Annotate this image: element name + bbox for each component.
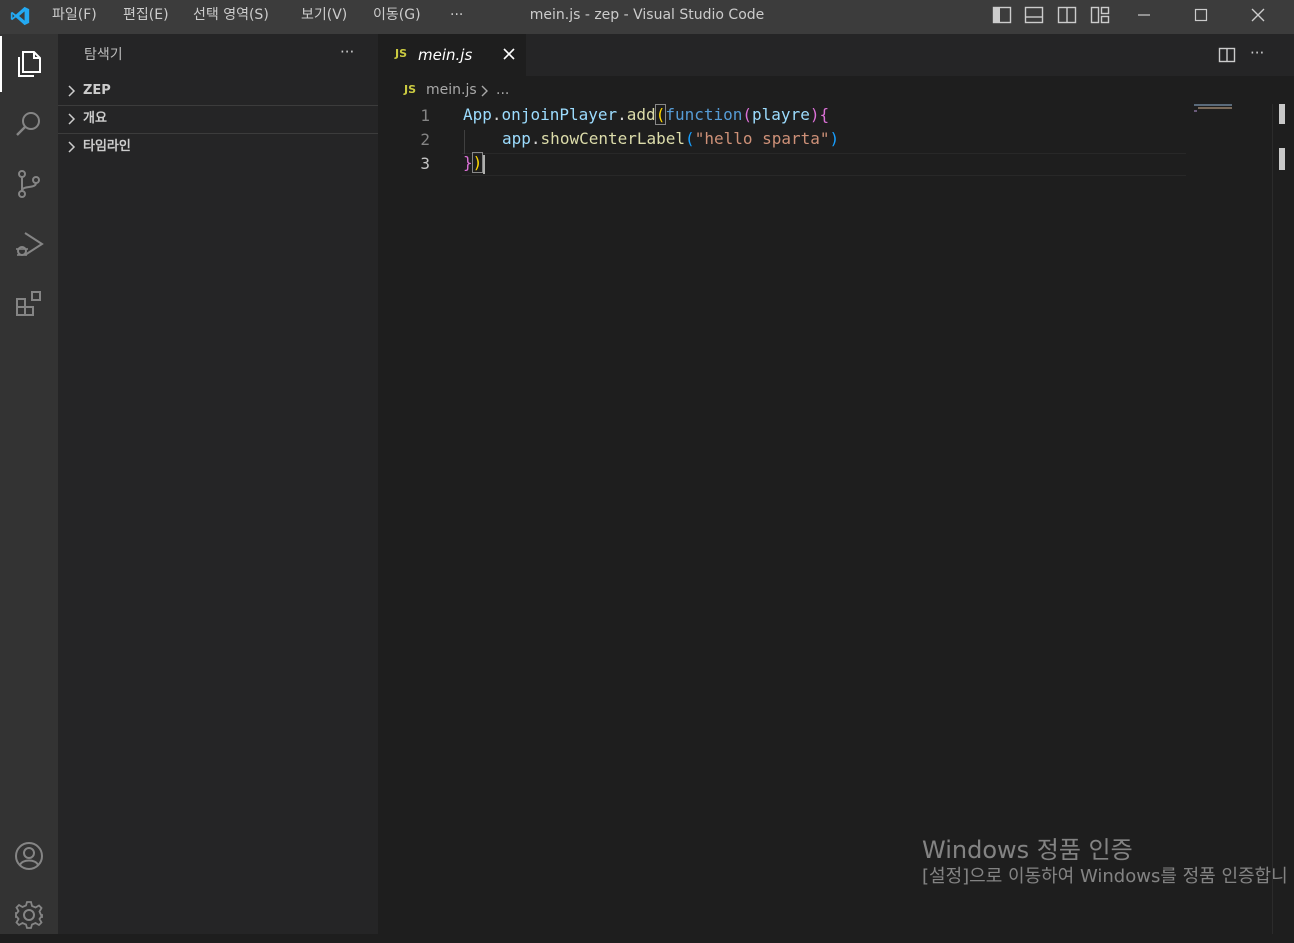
run-debug-icon bbox=[16, 232, 44, 256]
code-token: app bbox=[502, 129, 531, 148]
section-zep[interactable]: ZEP bbox=[58, 77, 378, 105]
manage-gear-icon bbox=[15, 901, 43, 929]
split-editor-icon[interactable] bbox=[1218, 46, 1236, 68]
code-token: . bbox=[617, 105, 627, 124]
code-token: playre bbox=[752, 105, 810, 124]
bracket-match: ( bbox=[654, 104, 667, 125]
editor-tab-bar: JS mein.js ··· bbox=[378, 34, 1294, 76]
code-token: . bbox=[491, 105, 502, 124]
vertical-scrollbar[interactable] bbox=[1272, 104, 1287, 934]
vscode-logo-icon bbox=[9, 5, 31, 27]
explorer-icon bbox=[18, 51, 41, 77]
code-token: onjoinPlayer bbox=[501, 105, 618, 124]
line-number: 3 bbox=[420, 154, 430, 173]
code-editor[interactable]: JS mein.js ... 1 2 3 App.onjoinPlayer.ad… bbox=[378, 76, 1294, 934]
breadcrumb-more[interactable]: ... bbox=[496, 82, 509, 98]
menu-selection[interactable]: 선택 영역(S) bbox=[193, 0, 269, 34]
code-token: showCenterLabel bbox=[540, 129, 686, 148]
section-timeline[interactable]: 타임라인 bbox=[58, 133, 378, 161]
chevron-right-icon bbox=[480, 84, 490, 102]
sidebar-title: 탐색기 bbox=[84, 47, 123, 63]
breadcrumb-file[interactable]: mein.js bbox=[426, 82, 477, 98]
close-icon bbox=[1251, 8, 1265, 22]
accounts-icon bbox=[15, 842, 43, 870]
minimize-button[interactable] bbox=[1122, 0, 1166, 30]
code-token: add bbox=[626, 105, 656, 124]
js-file-icon: JS bbox=[395, 47, 408, 60]
source-control-icon bbox=[18, 170, 40, 198]
search-icon bbox=[16, 112, 40, 136]
code-token: { bbox=[819, 105, 830, 124]
js-file-icon: JS bbox=[404, 83, 417, 96]
tab-mein-js[interactable]: JS mein.js bbox=[378, 34, 526, 76]
toggle-secondary-sidebar-icon[interactable] bbox=[1057, 6, 1077, 24]
code-token: ) bbox=[829, 129, 840, 148]
close-tab-icon[interactable] bbox=[502, 47, 516, 65]
maximize-icon bbox=[1194, 8, 1208, 22]
menu-view[interactable]: 보기(V) bbox=[301, 0, 347, 34]
code-line-2: app.showCenterLabel("hello sparta") bbox=[502, 129, 839, 148]
toggle-primary-sidebar-icon[interactable] bbox=[992, 6, 1012, 24]
chevron-right-icon bbox=[66, 133, 78, 172]
section-label: 타임라인 bbox=[83, 139, 131, 154]
accounts-button[interactable] bbox=[0, 828, 58, 884]
run-debug-button[interactable] bbox=[0, 216, 58, 272]
code-token: "hello sparta" bbox=[694, 129, 830, 148]
code-line-3: }) bbox=[463, 152, 484, 173]
code-token: function bbox=[665, 105, 743, 124]
menu-edit[interactable]: 편집(E) bbox=[123, 0, 169, 34]
line-number: 1 bbox=[420, 106, 430, 125]
tab-label: mein.js bbox=[418, 46, 473, 64]
title-bar: 파일(F) 편집(E) 선택 영역(S) 보기(V) 이동(G) ··· mei… bbox=[0, 0, 1294, 34]
code-token: ( bbox=[742, 105, 753, 124]
toggle-panel-icon[interactable] bbox=[1024, 6, 1044, 24]
editor-more-button[interactable]: ··· bbox=[1250, 44, 1264, 62]
minimap[interactable] bbox=[1192, 104, 1282, 116]
customize-layout-icon[interactable] bbox=[1090, 6, 1110, 24]
code-token: App bbox=[463, 105, 492, 124]
activity-bar bbox=[0, 34, 58, 934]
section-outline[interactable]: 개요 bbox=[58, 105, 378, 133]
bracket-match: ) bbox=[471, 152, 484, 173]
section-label: 개요 bbox=[83, 111, 107, 126]
line-number: 2 bbox=[420, 130, 430, 149]
code-token: . bbox=[530, 129, 541, 148]
close-window-button[interactable] bbox=[1236, 0, 1280, 30]
source-control-button[interactable] bbox=[0, 156, 58, 212]
code-token: } bbox=[463, 153, 473, 172]
activation-watermark-title: Windows 정품 인증 bbox=[922, 836, 1133, 864]
maximize-button[interactable] bbox=[1179, 0, 1223, 30]
text-cursor bbox=[483, 155, 485, 174]
menu-file[interactable]: 파일(F) bbox=[52, 0, 97, 34]
section-label: ZEP bbox=[83, 83, 111, 98]
explorer-sidebar: 탐색기 ··· ZEP 개요 타임라인 bbox=[58, 34, 378, 934]
code-line-1: App.onjoinPlayer.add(function(playre){ bbox=[463, 104, 830, 125]
minimize-icon bbox=[1138, 14, 1150, 16]
menu-more-button[interactable]: ··· bbox=[450, 0, 463, 34]
extensions-button[interactable] bbox=[0, 276, 58, 332]
activation-watermark-text: [설정]으로 이동하여 Windows를 정품 인증합니 bbox=[922, 866, 1288, 887]
search-button[interactable] bbox=[0, 96, 58, 152]
sidebar-more-button[interactable]: ··· bbox=[340, 43, 354, 61]
code-token: ( bbox=[685, 129, 695, 148]
extensions-icon bbox=[16, 291, 41, 316]
menu-go[interactable]: 이동(G) bbox=[373, 0, 421, 34]
explorer-button[interactable] bbox=[0, 36, 58, 92]
indent-guide bbox=[464, 130, 465, 154]
current-line-highlight bbox=[462, 153, 1186, 176]
manage-button[interactable] bbox=[0, 887, 58, 943]
